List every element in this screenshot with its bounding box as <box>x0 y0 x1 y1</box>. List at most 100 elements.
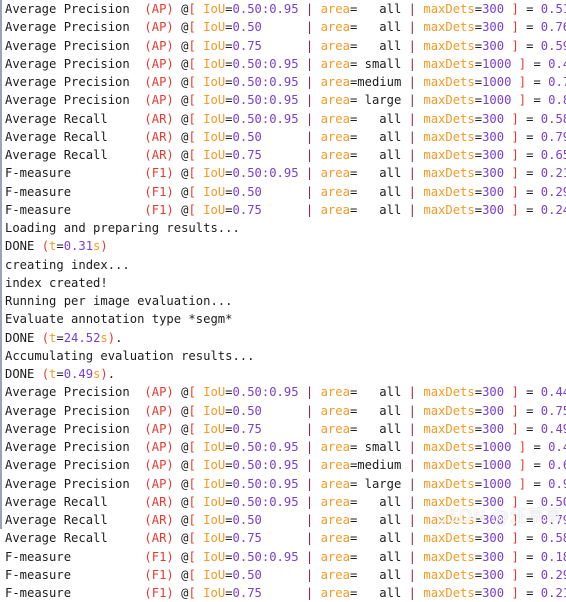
metric-result-value: 0.215 <box>540 586 566 600</box>
equals-sign: = <box>518 421 541 436</box>
iou-value: 0.50 <box>232 184 299 199</box>
equals-sign: = <box>225 421 233 436</box>
iou-key: IoU <box>203 38 226 53</box>
equals-sign: = <box>474 549 483 564</box>
equals-sign: = <box>225 202 233 217</box>
field-separator: | <box>305 531 314 546</box>
iou-value: 0.75 <box>232 202 299 217</box>
equals-sign: = <box>225 20 233 35</box>
terminal-output-pane[interactable]: Average Precision (AP) @[ IoU=0.50:0.95 … <box>0 0 566 600</box>
open-paren: ( <box>41 239 50 254</box>
iou-value: 0.50:0.95 <box>232 476 299 491</box>
terminal-line: Average Recall (AR) @[ IoU=0.50 | area= … <box>2 128 566 146</box>
equals-sign: = <box>518 38 541 53</box>
equals-sign: = <box>474 494 483 509</box>
area-value: all <box>357 111 402 126</box>
metric-result-value: 0.765 <box>540 20 566 35</box>
status-label: DONE <box>5 330 42 345</box>
metric-name: Average Precision <box>5 75 145 89</box>
equals-sign: = <box>518 567 541 582</box>
line-suffix: . <box>107 367 116 381</box>
metric-abbrev: (F1) <box>144 567 174 582</box>
terminal-line: F-measure (F1) @[ IoU=0.75 | area= all |… <box>2 584 566 602</box>
field-separator: | <box>408 531 417 546</box>
equals-sign: = <box>526 476 549 491</box>
terminal-line: Average Precision (AP) @[ IoU=0.75 | are… <box>2 420 566 438</box>
equals-sign: = <box>518 2 541 16</box>
area-key: area <box>320 549 350 564</box>
log-message: Running per image evaluation... <box>5 294 233 308</box>
equals-sign: = <box>518 549 541 564</box>
maxdets-value: 300 <box>482 2 505 16</box>
metric-result-value: 0.584 <box>540 531 566 546</box>
equals-sign: = <box>225 2 233 16</box>
metric-name: Average Precision <box>5 56 145 71</box>
at-symbol: @ <box>173 476 189 491</box>
iou-key: IoU <box>203 403 226 418</box>
maxdets-key: maxDets <box>423 2 475 16</box>
open-bracket: [ <box>188 75 196 89</box>
maxdets-key: maxDets <box>423 166 475 181</box>
equals-sign: = <box>474 458 483 473</box>
equals-sign: = <box>474 38 483 53</box>
equals-sign: = <box>225 494 233 509</box>
open-bracket: [ <box>188 440 196 454</box>
area-key: area <box>320 184 350 199</box>
metric-abbrev: (AR) <box>144 513 174 527</box>
maxdets-value: 300 <box>482 531 505 546</box>
iou-key: IoU <box>203 129 226 144</box>
field-separator: | <box>305 586 314 600</box>
area-value: all <box>357 20 402 35</box>
metric-name: Average Precision <box>5 421 145 436</box>
area-value: medium <box>357 75 402 89</box>
close-paren: ) <box>100 239 108 254</box>
metric-abbrev: (F1) <box>144 586 174 600</box>
terminal-line: F-measure (F1) @[ IoU=0.50 | area= all |… <box>2 566 566 584</box>
equals-sign: = <box>526 75 549 89</box>
equals-sign: = <box>518 202 541 217</box>
at-symbol: @ <box>173 513 189 527</box>
terminal-line: Average Precision (AP) @[ IoU=0.50:0.95 … <box>2 475 566 493</box>
terminal-line: Average Precision (AP) @[ IoU=0.50:0.95 … <box>2 383 566 401</box>
close-paren: ) <box>100 367 108 381</box>
equals-sign: = <box>56 330 64 345</box>
field-separator: | <box>408 93 417 108</box>
open-bracket: [ <box>188 476 196 491</box>
area-key: area <box>320 567 350 582</box>
metric-result-value: 0.883 <box>548 93 566 108</box>
iou-value: 0.50:0.95 <box>232 111 299 126</box>
field-separator: | <box>408 421 417 436</box>
terminal-line-list: Average Precision (AP) @[ IoU=0.50:0.95 … <box>2 0 566 602</box>
maxdets-value: 1000 <box>482 476 512 491</box>
maxdets-value: 300 <box>482 111 505 126</box>
equals-sign: = <box>474 202 483 217</box>
field-separator: | <box>408 75 417 89</box>
terminal-line: Average Precision (AP) @[ IoU=0.50 | are… <box>2 18 566 36</box>
maxdets-value: 300 <box>482 403 505 418</box>
status-label: DONE <box>5 239 42 254</box>
close-bracket: ] <box>511 148 519 162</box>
iou-value: 0.75 <box>232 586 299 600</box>
metric-result-value: 0.792 <box>540 513 566 527</box>
metric-name: F-measure <box>5 202 145 217</box>
metric-abbrev: (F1) <box>144 184 174 199</box>
close-bracket: ] <box>511 385 519 400</box>
close-bracket: ] <box>511 403 519 418</box>
